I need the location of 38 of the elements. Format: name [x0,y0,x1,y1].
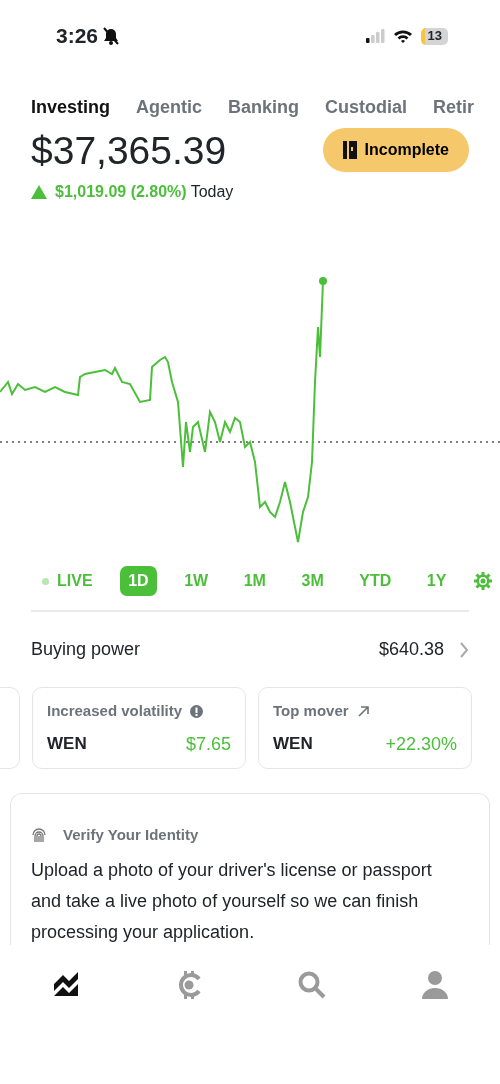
live-dot [42,577,49,585]
change-amount: $1,019.09 (2.80%) [55,182,187,202]
account-tab[interactable]: Custodial [325,86,408,128]
chevron-right-icon [460,641,469,658]
account-tab[interactable]: Agentic [136,86,203,128]
person-icon [422,971,448,999]
ticker-symbol: WEN [47,732,87,755]
account-tab[interactable]: Banking [228,86,300,128]
change-period: Today [190,182,234,202]
alert-icon [190,704,204,718]
up-triangle-icon [31,185,47,199]
wifi-icon [392,28,413,44]
account-tab[interactable]: Retir [433,86,475,128]
notice-title: Verify Your Identity [63,825,199,845]
mover-card[interactable]: Top mover WEN +22.30% [258,687,472,769]
settings-icon [474,572,492,590]
battery-indicator: 13 [420,27,448,45]
buying-power-label: Buying power [31,638,141,661]
ticker-value: +22.30% [385,732,457,756]
bell-off-icon [102,27,121,45]
card-title: Top mover [273,701,349,721]
search-icon [298,971,326,999]
notice-text: Upload a photo of your driver's license or passport and take a live photo of yourself so we can finish processing your application. [31,858,433,944]
endpoint-dot [319,277,327,285]
card-title: Increased volatility [47,701,183,721]
clock-time: 3:26 [56,23,99,50]
door-icon [342,141,357,159]
chart-icon [52,971,80,997]
balance-amount: $37,365.39 [31,130,227,170]
coin-icon [176,971,202,999]
mover-card[interactable]: Increased volatility WEN $7.65 [32,687,246,769]
signal-icon [365,29,385,43]
ticker-value: $7.65 [185,732,231,756]
status-button[interactable]: Incomplete [322,128,469,172]
account-tab[interactable]: Investing [31,86,110,128]
arrow-up-right-icon [356,704,370,718]
ticker-symbol: WEN [273,732,313,755]
buying-power-value: $640.38 [378,638,444,661]
